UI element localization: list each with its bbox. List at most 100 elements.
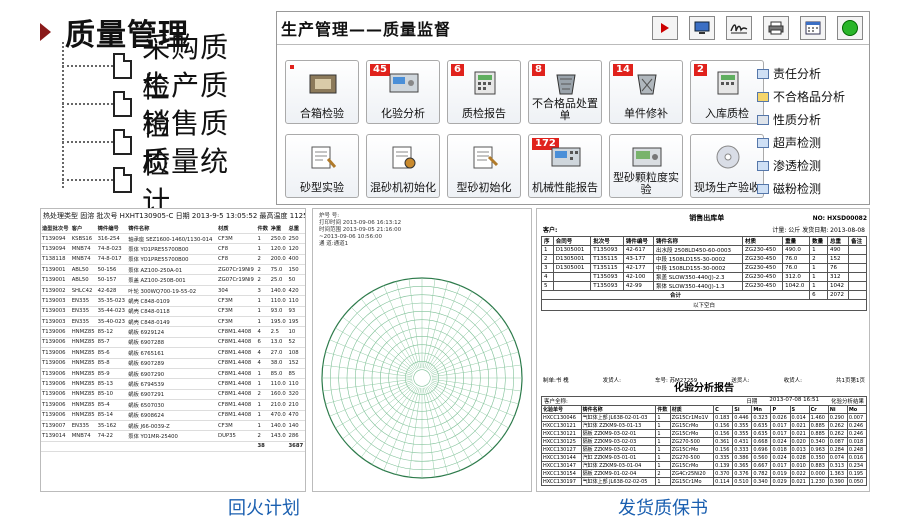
- smiley-icon: [842, 20, 858, 36]
- table-cell: 0.560: [751, 453, 772, 462]
- table-cell: 0.446: [732, 413, 753, 422]
- tile-mechanical[interactable]: 172 机械性能报告: [528, 134, 602, 198]
- table-cell: 1: [256, 306, 270, 318]
- column-header: 铸件名称: [127, 223, 217, 234]
- column-header: 备注: [848, 236, 867, 246]
- table-row: T138118 MNB74 74-8-017 泵体 YO1PRE55700B00 CF8…: [41, 254, 305, 266]
- table-cell: ZG230-450: [742, 272, 784, 282]
- side-link[interactable]: 渗透检测: [757, 154, 845, 177]
- table-cell: ZG07Cr19Ni9: [216, 274, 257, 286]
- table-cell: 38.0: [269, 358, 288, 369]
- table-row: T139003 EN335 35-35-023 蜗壳 C848-0109 CF3M 1 11…: [41, 295, 305, 307]
- table-cell: 中段 1508LD155-30-0002: [652, 254, 744, 264]
- monitor-icon: [694, 21, 710, 34]
- calendar-button[interactable]: [800, 16, 826, 40]
- table-cell: 2: [655, 469, 671, 478]
- table-cell: 140: [287, 420, 305, 432]
- column-header: 重量: [782, 236, 811, 246]
- signature-button[interactable]: [726, 16, 752, 40]
- tile-inbound-calculator[interactable]: 2 入库质检: [690, 60, 764, 124]
- spectrometer-icon: [389, 73, 419, 93]
- tempering-total-count: 38: [256, 441, 270, 453]
- table-cell: 蜗板 6765161: [127, 347, 217, 359]
- table-cell: 0.431: [732, 437, 753, 446]
- table-cell: 1: [256, 410, 270, 421]
- table-cell: 286: [287, 430, 305, 442]
- table-cell: 0.668: [751, 437, 772, 446]
- tile-label: 不合格品处置单: [532, 97, 598, 122]
- tile-mixer[interactable]: 混砂机初始化: [366, 134, 440, 198]
- table-cell: 0.017: [770, 429, 791, 438]
- tile-molding-sand[interactable]: 型砂初始化: [447, 134, 521, 198]
- table-cell: HXCC130147: [541, 461, 582, 470]
- tile-label: 机械性能报告: [532, 181, 598, 194]
- table-cell: 13.0: [269, 337, 288, 349]
- table-cell: 304: [216, 285, 257, 297]
- tile-label: 混砂机初始化: [370, 181, 436, 194]
- chart-icon: [757, 160, 769, 171]
- tile-grain-size[interactable]: 型砂颗粒度实验: [609, 134, 683, 198]
- play-icon: [661, 23, 669, 33]
- table-cell: 110: [287, 295, 305, 307]
- side-link[interactable]: 不合格品分析: [757, 85, 845, 108]
- table-cell: 0.050: [846, 477, 868, 486]
- tree-item[interactable]: 质量统计: [62, 145, 255, 218]
- tile-report-calculator[interactable]: 6 质检报告: [447, 60, 521, 124]
- tile-repair-bin[interactable]: 14 单件修补: [609, 60, 683, 124]
- table-cell: 50: [287, 274, 305, 286]
- table-cell: 143.0: [269, 430, 288, 442]
- table-cell: 0.013: [789, 445, 810, 454]
- table-cell: 120: [287, 243, 305, 255]
- table-cell: 1: [256, 233, 270, 245]
- polar-spoke: [371, 291, 418, 370]
- tile-spectrometer[interactable]: 45 化验分析: [366, 60, 440, 124]
- table-cell: 0.000: [808, 469, 829, 478]
- polar-spoke: [425, 387, 461, 471]
- table-cell: 蜗板 6908624: [127, 410, 217, 421]
- tile-sand-test[interactable]: 砂型实验: [285, 134, 359, 198]
- table-cell: T139006: [41, 389, 71, 401]
- table-cell: 0.020: [789, 437, 810, 446]
- status-button[interactable]: [837, 16, 863, 40]
- table-cell: T139001: [41, 264, 71, 276]
- table-cell: 5: [541, 281, 554, 291]
- table-cell: ZG15CrMo: [669, 421, 715, 430]
- printer-button[interactable]: [763, 16, 789, 40]
- table-cell: T139014: [41, 430, 71, 442]
- table-cell: 42-99: [622, 281, 654, 291]
- table-cell: 泵体 SLOW350-440(J)-1.3: [652, 281, 744, 291]
- table-cell: MNB74: [70, 254, 97, 266]
- shipping-title: 销售出库单: [689, 214, 725, 222]
- table-cell: 420: [287, 285, 305, 297]
- play-button[interactable]: [652, 16, 678, 40]
- table-cell: 泵体 AZ100-250A-01: [127, 264, 217, 276]
- shipping-sum-weight: 2072: [826, 290, 850, 300]
- monitor-button[interactable]: [689, 16, 715, 40]
- table-cell: 1: [256, 420, 270, 432]
- table-cell: KSBS16: [70, 233, 97, 245]
- tree-dots: [62, 179, 113, 181]
- side-link[interactable]: 磁粉检测: [757, 177, 845, 200]
- table-cell: 0.365: [732, 461, 753, 470]
- count-badge: 14: [613, 64, 633, 76]
- table-cell: 0.017: [770, 461, 791, 470]
- tile-mold-box[interactable]: 合箱检验: [285, 60, 359, 124]
- table-cell: 0.017: [770, 421, 791, 430]
- table-cell: HNMZ85: [70, 337, 97, 349]
- table-cell: 0.361: [713, 437, 734, 446]
- tile-disc[interactable]: 现场生产验收: [690, 134, 764, 198]
- table-cell: T139006: [41, 368, 71, 380]
- expand-triangle-icon[interactable]: [40, 23, 51, 41]
- table-row: HXCC130127 隔板 ZZKM9-03-02-01 1 ZG15CrMo 0.15…: [541, 445, 868, 454]
- table-cell: HNMZ85: [70, 358, 97, 369]
- side-link[interactable]: 性质分析: [757, 108, 845, 131]
- tile-waste-bin[interactable]: 8 不合格品处置单: [528, 60, 602, 124]
- table-row: T139006 HNMZ85 85-9 蜗板 6907290 CF8M1.4408 1 85…: [41, 368, 305, 380]
- shipping-certificate-sheet: 销售出库单 NO: HXSD00082 客户: 计量: 公斤 发货日期: 201…: [536, 208, 870, 492]
- tile-label: 入库质检: [705, 107, 749, 120]
- side-link[interactable]: 超声检测: [757, 131, 845, 154]
- table-cell: ZG15CrMo: [669, 429, 715, 438]
- table-cell: 200.0: [269, 254, 288, 266]
- table-cell: 0.018: [846, 437, 868, 446]
- side-link[interactable]: 责任分析: [757, 62, 845, 85]
